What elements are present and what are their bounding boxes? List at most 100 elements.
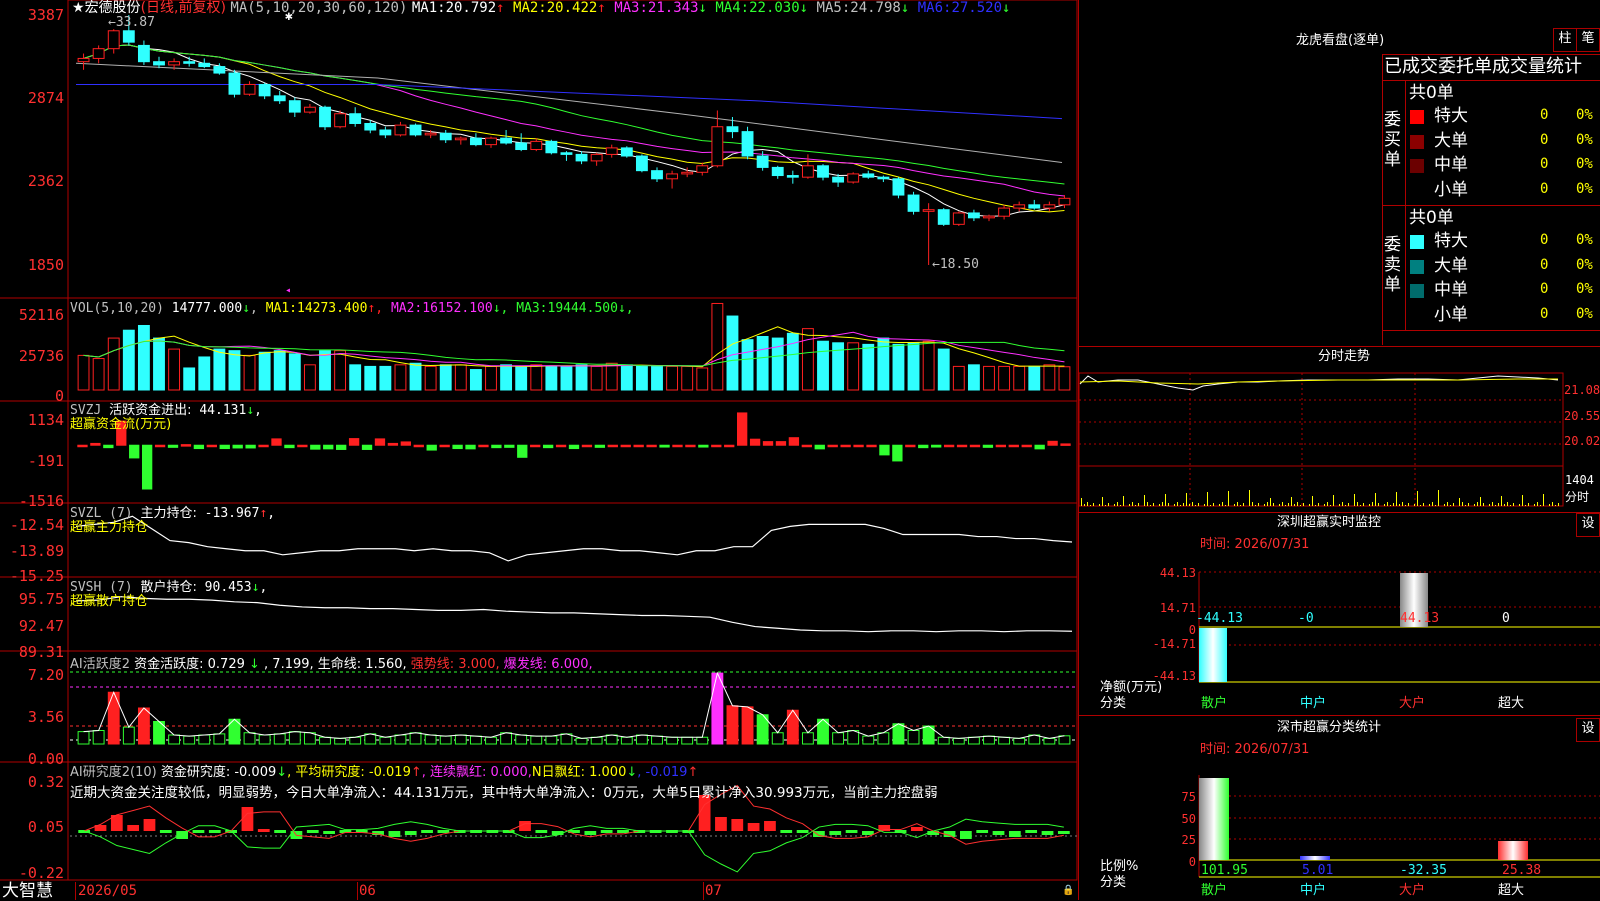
svzl-name[interactable]: SVZL (7): [70, 506, 133, 521]
ai-research-bar: [1025, 830, 1038, 833]
ai-activity-bar: [801, 732, 814, 745]
classify-settings-button[interactable]: 设: [1576, 718, 1600, 742]
vol-params[interactable]: VOL(5,10,20): [70, 301, 164, 316]
minute-vol-bar: [1429, 504, 1430, 506]
svsh-ytick-0: 95.75: [18, 590, 64, 608]
svzl-ytick-1: -13.89: [9, 542, 64, 560]
candle-body: [92, 48, 105, 59]
ai-research-bar: [143, 819, 156, 831]
sell-swatch-3: [1410, 308, 1424, 323]
ai-research-bar: [600, 830, 613, 833]
svzj-bar: [336, 444, 347, 450]
candle-body: [605, 147, 618, 155]
ai-ytick-1: 3.56: [27, 708, 64, 726]
ai-research-bar: [421, 830, 433, 833]
minute-ytick-2: 20.02: [1564, 434, 1600, 448]
volume-bar: [258, 351, 271, 391]
sell-row-pct-3: 0%: [1576, 305, 1593, 322]
minute-vol-bar: [1372, 502, 1373, 506]
minute-vol-bar: [1318, 503, 1319, 506]
minute-vol-bar: [1114, 504, 1115, 506]
ai-activity-bar: [967, 736, 980, 745]
ma-params[interactable]: MA(5,10,20,30,60,120): [230, 0, 407, 16]
ai2-item-1: ↓: [276, 765, 288, 780]
svzl-ytick-2: -15.25: [9, 567, 64, 585]
minute-vol-bar: [1312, 496, 1313, 506]
sell-row-name-2: 中单: [1434, 280, 1468, 300]
ai-title[interactable]: AI活跃度2: [70, 657, 130, 672]
svsh-ytick-2: 89.31: [18, 643, 64, 661]
minute-vol-bar: [1519, 504, 1520, 506]
minute-vol-bar: [1198, 503, 1199, 506]
minute-vol-bar: [1153, 503, 1154, 506]
volume-bar: [998, 365, 1011, 391]
ai-activity-bar: [469, 735, 482, 745]
ai-research-bar: [535, 830, 548, 833]
ai2-header: AI研究度2(10) 资金研究度: -0.009↓, 平均研究度: -0.019…: [70, 766, 698, 780]
svzj-bar: [530, 444, 541, 448]
buy-row-name-2: 中单: [1434, 155, 1468, 175]
candle-body: [288, 100, 301, 113]
brand-logo[interactable]: 大智慧: [2, 882, 53, 900]
svzj-bar: [141, 444, 153, 490]
ai-research-bar: [992, 831, 1005, 835]
date-label-2: 07: [705, 883, 722, 899]
lock-icon[interactable]: 🔒: [1062, 884, 1074, 898]
svzj-name[interactable]: SVZJ: [70, 403, 101, 418]
minute-vol-bar: [1327, 502, 1328, 506]
minute-vol-bar: [1186, 493, 1187, 506]
minute-vol-bar: [1396, 492, 1397, 506]
sell-swatch-0: [1410, 235, 1424, 249]
minute-chart[interactable]: [1078, 370, 1600, 510]
period-label[interactable]: (日线,前复权): [141, 0, 226, 16]
price-ytick-3: 1850: [27, 256, 64, 274]
minute-vol-bar: [1501, 496, 1502, 506]
svzj-bar: [517, 444, 528, 458]
candle-body: [424, 132, 437, 136]
sell-row-name-1: 大单: [1434, 255, 1468, 276]
ai-research-bar: [796, 830, 809, 833]
ai-activity-bar: [364, 733, 377, 745]
svzj-bar: [206, 444, 217, 448]
svzj-bar: [245, 444, 256, 449]
minute-vol-bar: [1555, 505, 1556, 506]
tab-column[interactable]: 柱: [1553, 28, 1577, 52]
ai-activity-bar: [213, 733, 226, 745]
date-tick-1: [357, 882, 358, 900]
ma-line-4: [83, 44, 1065, 185]
svzj-bar: [167, 444, 179, 448]
minute-vol-bar: [1081, 498, 1082, 506]
minute-vol-bar: [1387, 502, 1388, 506]
minute-vol-bar: [1210, 505, 1211, 506]
buy-swatch-3: [1410, 183, 1424, 198]
volume-bar: [696, 367, 709, 391]
candle-body: [334, 113, 347, 128]
ai-activity-bar: [243, 732, 256, 745]
minute-vol-bar: [1375, 493, 1376, 506]
minute-vol-bar: [1324, 504, 1325, 506]
vol-ma-value-2: 19444.500: [547, 301, 618, 316]
favorite-star-icon[interactable]: ★: [72, 0, 85, 16]
minute-vol-bar: [1279, 504, 1280, 506]
ai-research-bar: [159, 830, 172, 833]
volume-bar: [681, 365, 694, 391]
candle-body: [515, 142, 528, 151]
tab-tick[interactable]: 笔: [1576, 28, 1600, 52]
minute-vol-bar: [1099, 504, 1100, 506]
svzj-bar: [413, 444, 424, 448]
monitor-settings-button[interactable]: 设: [1576, 513, 1600, 537]
candle-body: [500, 137, 513, 144]
ai-research-bar: [192, 830, 205, 833]
ai-research-bar: [617, 830, 629, 833]
minute-vol-bar: [1168, 503, 1169, 506]
minute-vol-bar: [1117, 502, 1118, 506]
volume-bar: [635, 365, 648, 391]
minute-vol-bar: [1147, 502, 1148, 506]
ai-research-bar: [911, 827, 923, 831]
minute-vol-bar: [1093, 503, 1094, 506]
classify-value-2: -32.35: [1400, 863, 1447, 878]
ai-header: AI活跃度2 资金活跃度: 0.729 ↓ , 7.199, 生命线: 1.56…: [70, 658, 593, 672]
ai2-title[interactable]: AI研究度2(10): [70, 765, 157, 780]
candle-body: [741, 131, 754, 157]
svsh-name[interactable]: SVSH (7): [70, 580, 133, 595]
